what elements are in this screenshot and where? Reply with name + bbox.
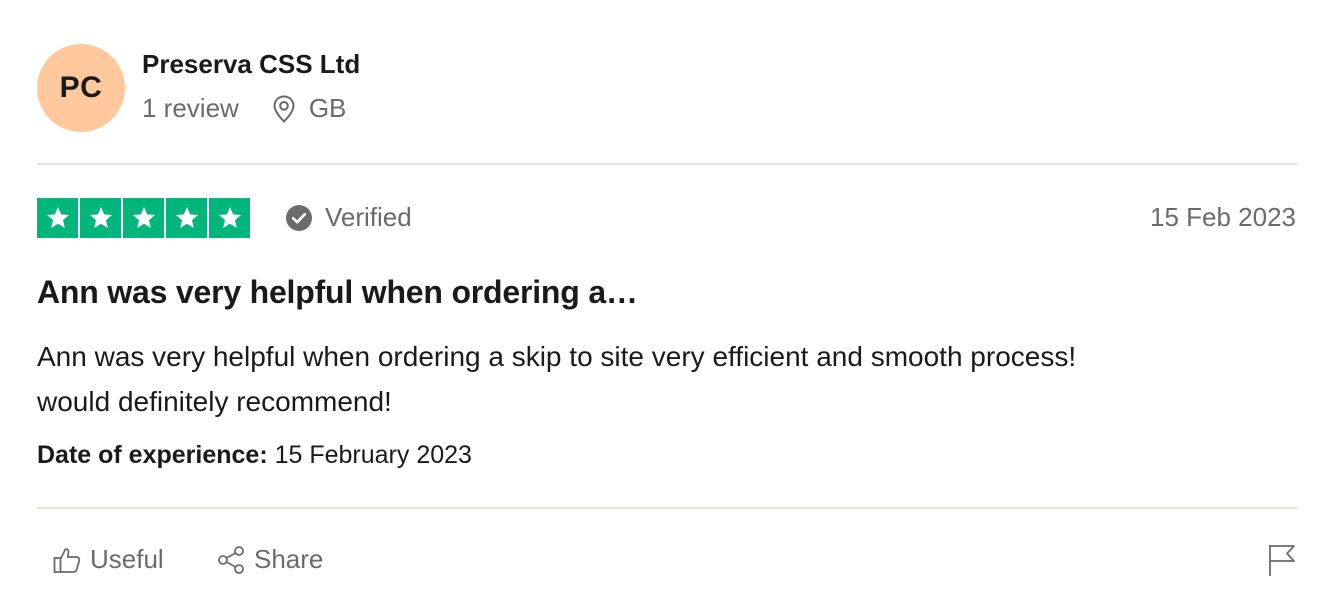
reviewer-meta: 1 review GB — [142, 93, 346, 124]
review-count: 1 review — [142, 93, 239, 123]
star-icon — [123, 198, 164, 238]
useful-label: Useful — [90, 544, 164, 574]
star-icon — [209, 198, 250, 238]
share-button[interactable]: Share — [216, 544, 323, 575]
useful-button[interactable]: Useful — [52, 544, 164, 575]
reviewer-location: GB — [273, 93, 347, 124]
review-body: Ann was very helpful when ordering a ski… — [37, 334, 1287, 424]
experience-date: 15 February 2023 — [274, 441, 472, 469]
check-circle-icon — [286, 204, 312, 231]
avatar-initials: PC — [59, 71, 103, 104]
star-rating — [37, 198, 250, 238]
report-flag-button[interactable] — [1267, 543, 1297, 582]
verified-label: Verified — [325, 202, 412, 232]
review-body-line: Ann was very helpful when ordering a ski… — [37, 341, 1077, 372]
share-icon — [218, 545, 244, 574]
location-pin-icon — [273, 94, 295, 123]
star-icon — [80, 198, 121, 238]
date-of-experience: Date of experience: 15 February 2023 — [37, 441, 472, 470]
flag-icon — [1269, 545, 1295, 576]
divider — [37, 507, 1297, 509]
review-title[interactable]: Ann was very helpful when ordering a… — [37, 274, 638, 311]
share-label: Share — [254, 544, 324, 574]
review-date: 15 Feb 2023 — [1149, 202, 1296, 232]
avatar[interactable]: PC — [37, 44, 125, 132]
reviewer-name[interactable]: Preserva CSS Ltd — [142, 49, 360, 80]
location-code: GB — [308, 93, 347, 123]
star-icon — [37, 198, 78, 238]
experience-label: Date of experience: — [37, 441, 268, 469]
star-icon — [166, 198, 207, 238]
divider — [37, 163, 1297, 165]
review-body-line: would definitely recommend! — [37, 386, 392, 417]
verified-badge[interactable]: Verified — [285, 202, 412, 233]
thumbs-up-icon — [53, 547, 81, 573]
